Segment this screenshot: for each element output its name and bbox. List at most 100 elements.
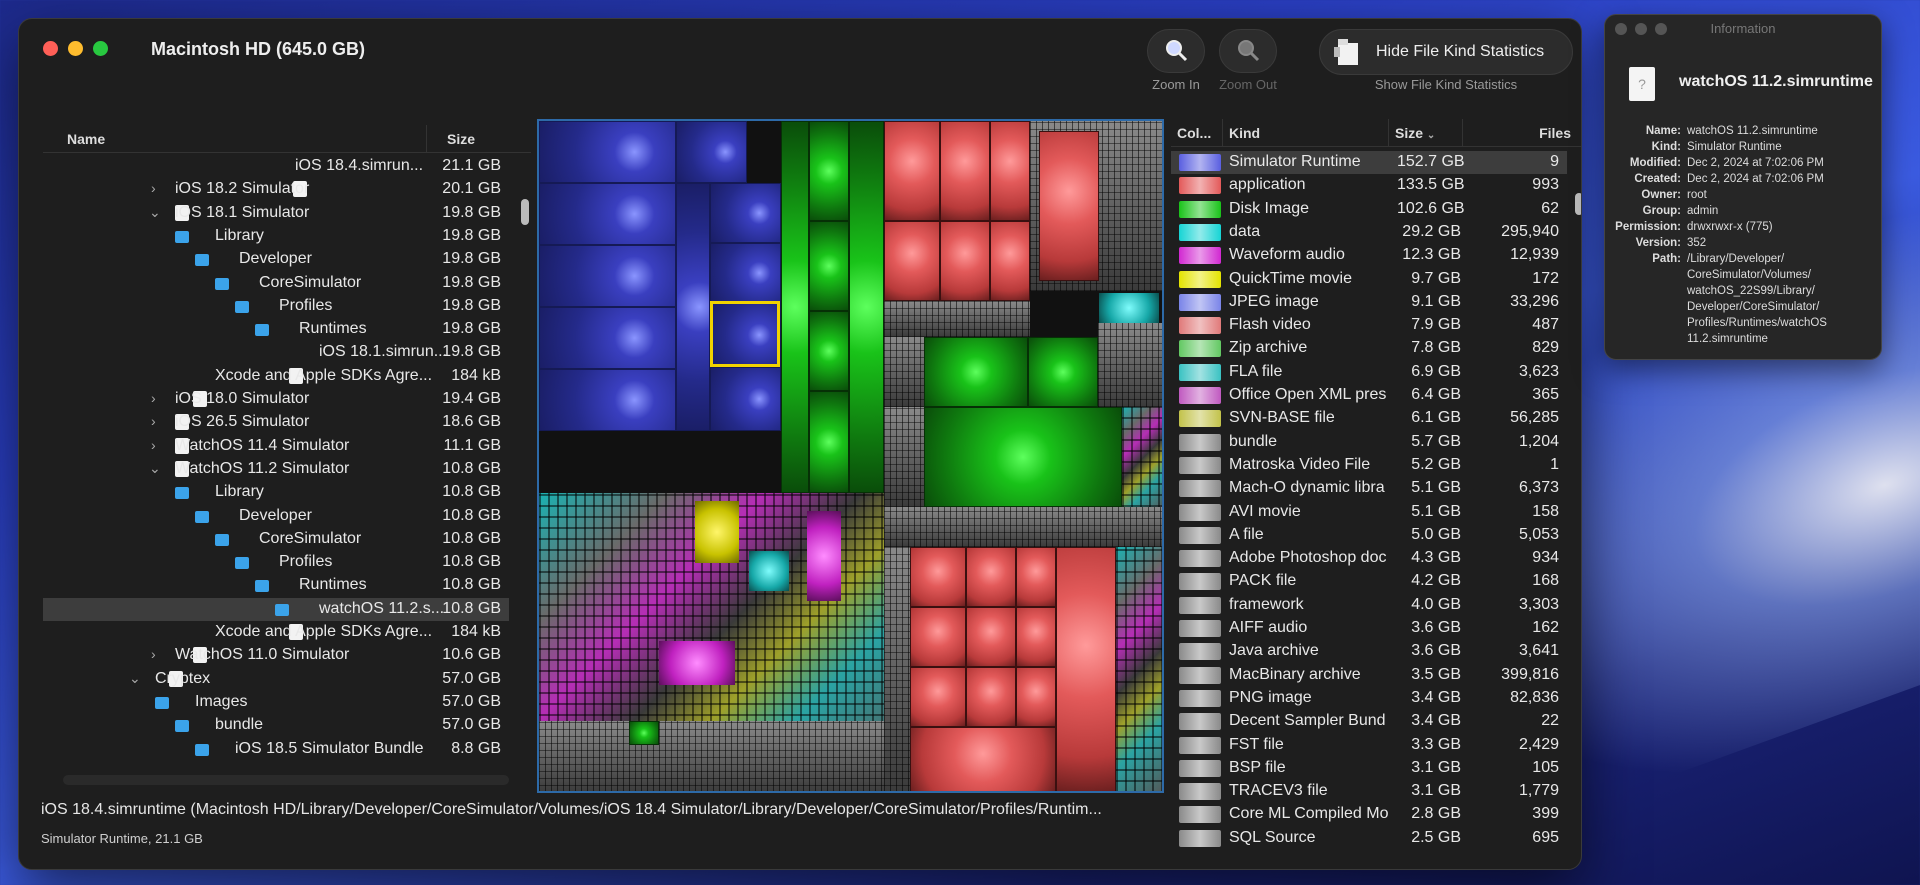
- treemap-block[interactable]: [910, 607, 966, 667]
- outline-row[interactable]: › iOS 26.5 Simulator 18.6 GB: [43, 411, 509, 434]
- outline-row[interactable]: watchOS 11.2.s... 10.8 GB: [43, 597, 509, 621]
- treemap-block[interactable]: [676, 183, 710, 431]
- treemap-block[interactable]: [809, 311, 849, 391]
- outline-row[interactable]: Developer 10.8 GB: [43, 505, 509, 528]
- outline-row[interactable]: Images 57.0 GB: [43, 691, 509, 714]
- treemap-block[interactable]: [1028, 337, 1098, 407]
- kind-row[interactable]: Disk Image 102.6 GB 62: [1171, 198, 1567, 221]
- treemap-block[interactable]: [710, 183, 781, 243]
- disclosure-collapsed-icon[interactable]: ›: [151, 437, 156, 453]
- outline-row[interactable]: Library 19.8 GB: [43, 225, 509, 248]
- treemap-block[interactable]: [539, 721, 884, 791]
- treemap-block[interactable]: [809, 121, 849, 221]
- name-column-header[interactable]: Name: [43, 125, 427, 152]
- kind-row[interactable]: Decent Sampler Bund 3.4 GB 22: [1171, 710, 1567, 733]
- kind-row[interactable]: BSP file 3.1 GB 105: [1171, 757, 1567, 780]
- outline-row[interactable]: iOS 18.1.simrun... 19.8 GB: [43, 341, 509, 364]
- treemap-block[interactable]: [1016, 607, 1056, 667]
- treemap-block[interactable]: [710, 243, 781, 303]
- kind-row[interactable]: data 29.2 GB 295,940: [1171, 221, 1567, 244]
- kind-row[interactable]: application 133.5 GB 993: [1171, 174, 1567, 197]
- zoom-in-button[interactable]: Zoom In: [1147, 29, 1205, 92]
- treemap-block[interactable]: [940, 121, 990, 221]
- kind-row[interactable]: QuickTime movie 9.7 GB 172: [1171, 268, 1567, 291]
- outline-row[interactable]: ⌄ WatchOS 11.2 Simulator 10.8 GB: [43, 458, 509, 481]
- treemap-block[interactable]: [710, 367, 781, 431]
- treemap-block[interactable]: [749, 551, 789, 591]
- kind-row[interactable]: Core ML Compiled Mo 2.8 GB 399: [1171, 803, 1567, 826]
- zoom-out-button[interactable]: Zoom Out: [1219, 29, 1277, 92]
- close-button[interactable]: [43, 41, 58, 56]
- kind-row[interactable]: Mach-O dynamic libra 5.1 GB 6,373: [1171, 477, 1567, 500]
- treemap-block[interactable]: [884, 547, 910, 791]
- treemap-block[interactable]: [849, 121, 884, 493]
- treemap-block[interactable]: [884, 407, 924, 507]
- outline-row[interactable]: › WatchOS 11.4 Simulator 11.1 GB: [43, 435, 509, 458]
- kind-column-header[interactable]: Kind: [1223, 119, 1389, 146]
- disclosure-collapsed-icon[interactable]: ›: [151, 390, 156, 406]
- kind-row[interactable]: MacBinary archive 3.5 GB 399,816: [1171, 664, 1567, 687]
- treemap-block[interactable]: [807, 511, 841, 601]
- kind-row[interactable]: TRACEV3 file 3.1 GB 1,779: [1171, 780, 1567, 803]
- kind-row[interactable]: SVN-BASE file 6.1 GB 56,285: [1171, 407, 1567, 430]
- treemap-block[interactable]: [539, 121, 676, 183]
- kind-row[interactable]: SQL Source 2.5 GB 695: [1171, 827, 1567, 847]
- treemap-block[interactable]: [809, 221, 849, 311]
- treemap-block[interactable]: [539, 369, 676, 431]
- treemap-block[interactable]: [1016, 667, 1056, 727]
- treemap-block[interactable]: [539, 307, 676, 369]
- kind-row[interactable]: Flash video 7.9 GB 487: [1171, 314, 1567, 337]
- outline-horizontal-scrollbar[interactable]: [63, 775, 509, 785]
- kind-row[interactable]: Java archive 3.6 GB 3,641: [1171, 640, 1567, 663]
- treemap-block[interactable]: [884, 221, 940, 301]
- disclosure-expanded-icon[interactable]: ⌄: [149, 204, 161, 221]
- outline-row[interactable]: bundle 57.0 GB: [43, 714, 509, 737]
- kind-row[interactable]: bundle 5.7 GB 1,204: [1171, 431, 1567, 454]
- kind-row[interactable]: Simulator Runtime 152.7 GB 9: [1171, 151, 1567, 174]
- treemap-block[interactable]: [966, 547, 1016, 607]
- treemap-block[interactable]: [990, 221, 1030, 301]
- outline-row[interactable]: Xcode and Apple SDKs Agre... 184 kB: [43, 621, 509, 644]
- outline-row[interactable]: Developer 19.8 GB: [43, 248, 509, 271]
- disclosure-collapsed-icon[interactable]: ›: [151, 646, 156, 662]
- treemap-block[interactable]: [629, 721, 659, 745]
- treemap-block[interactable]: [966, 607, 1016, 667]
- treemap-block[interactable]: [1098, 323, 1162, 407]
- treemap-block[interactable]: [966, 667, 1016, 727]
- size-column-header-sorted[interactable]: Size ⌄: [1389, 119, 1463, 146]
- treemap-block[interactable]: [884, 337, 924, 407]
- treemap-block[interactable]: [910, 547, 966, 607]
- outline-row[interactable]: Runtimes 19.8 GB: [43, 318, 509, 341]
- outline-row[interactable]: Profiles 10.8 GB: [43, 551, 509, 574]
- hide-file-kind-statistics-button[interactable]: Hide File Kind Statistics: [1319, 29, 1573, 75]
- outline-row[interactable]: ⌄ Cryptex 57.0 GB: [43, 668, 509, 691]
- treemap-block[interactable]: [884, 507, 1162, 547]
- treemap-block[interactable]: [676, 121, 747, 183]
- treemap-block[interactable]: [1122, 407, 1162, 507]
- outline-scroll-thumb[interactable]: [521, 199, 529, 225]
- treemap-block[interactable]: [539, 245, 676, 307]
- kind-row[interactable]: Waveform audio 12.3 GB 12,939: [1171, 244, 1567, 267]
- kind-row[interactable]: Zip archive 7.8 GB 829: [1171, 337, 1567, 360]
- disclosure-expanded-icon[interactable]: ⌄: [129, 670, 141, 687]
- kind-row[interactable]: PNG image 3.4 GB 82,836: [1171, 687, 1567, 710]
- treemap-block[interactable]: [924, 337, 1028, 407]
- size-column-header[interactable]: Size: [427, 125, 531, 152]
- color-column-header[interactable]: Col...: [1171, 119, 1223, 146]
- treemap-block[interactable]: [1039, 131, 1099, 281]
- kind-row[interactable]: framework 4.0 GB 3,303: [1171, 594, 1567, 617]
- kind-table-scrollbar[interactable]: [1573, 183, 1581, 847]
- zoom-window-button[interactable]: [93, 41, 108, 56]
- treemap-block[interactable]: [539, 183, 676, 245]
- treemap-block[interactable]: [990, 121, 1030, 221]
- outline-row[interactable]: CoreSimulator 19.8 GB: [43, 272, 509, 295]
- treemap-block[interactable]: [910, 667, 966, 727]
- kind-row[interactable]: Office Open XML pres 6.4 GB 365: [1171, 384, 1567, 407]
- outline-row[interactable]: CoreSimulator 10.8 GB: [43, 528, 509, 551]
- zoom-in-control[interactable]: [1147, 29, 1205, 73]
- disclosure-collapsed-icon[interactable]: ›: [151, 413, 156, 429]
- kind-row[interactable]: AIFF audio 3.6 GB 162: [1171, 617, 1567, 640]
- files-column-header[interactable]: Files: [1463, 119, 1581, 146]
- treemap-block[interactable]: [659, 641, 735, 685]
- kind-row[interactable]: A file 5.0 GB 5,053: [1171, 524, 1567, 547]
